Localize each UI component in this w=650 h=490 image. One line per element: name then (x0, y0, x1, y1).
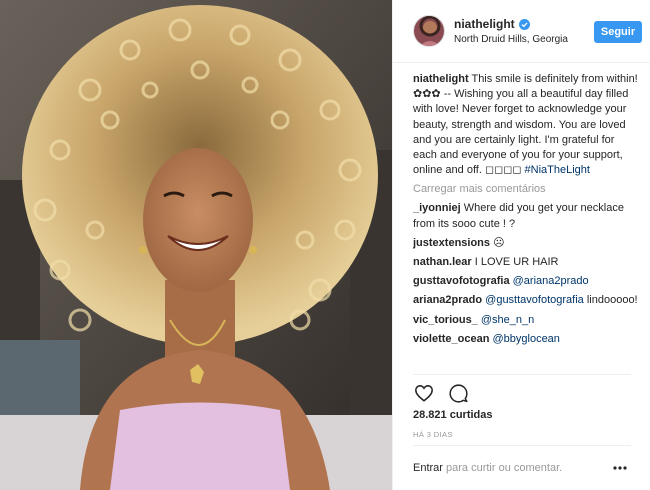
comment-item: vic_torious_ @she_n_n (413, 313, 641, 328)
avatar-image (414, 16, 444, 46)
caption-hashtag[interactable]: #NiaTheLight (525, 164, 590, 176)
comment-item: nathan.lear I LOVE UR HAIR (413, 255, 641, 270)
comment-mention[interactable]: @bbyglocean (492, 333, 559, 345)
post-caption: niathelight This smile is definitely fro… (413, 72, 641, 178)
comment-username[interactable]: gusttavofotografia (413, 275, 510, 287)
comment-username[interactable]: vic_torious_ (413, 314, 478, 326)
post-actions-section: 28.821 curtidas HÁ 3 DIAS (413, 374, 631, 439)
comment-item: gusttavofotografia @ariana2prado (413, 274, 641, 289)
ellipsis-icon[interactable] (609, 462, 631, 474)
login-prompt-text: para curtir ou comentar. (442, 462, 563, 474)
comments-list[interactable]: niathelight This smile is definitely fro… (413, 72, 641, 374)
comment-username[interactable]: nathan.lear (413, 256, 472, 268)
heart-outline-icon[interactable] (413, 382, 435, 404)
comment-username[interactable]: justextensions (413, 237, 490, 249)
post-photo[interactable] (0, 0, 392, 490)
comment-username[interactable]: _iyonniej (413, 202, 461, 214)
speech-bubble-icon[interactable] (447, 382, 469, 404)
comment-item: _iyonniej Where did you get your necklac… (413, 201, 641, 231)
action-bar (413, 375, 631, 411)
login-prompt: Entrar para curtir ou comentar. (413, 462, 609, 474)
comment-item: ariana2prado @gusttavofotografia lindooo… (413, 293, 641, 308)
comment-text: lindooooo! (586, 294, 638, 307)
post-timestamp[interactable]: HÁ 3 DIAS (413, 430, 631, 439)
caption-username[interactable]: niathelight (413, 73, 469, 85)
caption-text: This smile is definitely from within! ✿✿… (413, 73, 638, 177)
instagram-post: niathelight North Druid Hills, Georgia S… (0, 0, 650, 490)
comment-item: violette_ocean @bbyglocean (413, 332, 641, 347)
comment-username[interactable]: ariana2prado (413, 294, 482, 306)
comment-item: justextensions ☹ (413, 236, 641, 251)
post-side-panel: niathelight North Druid Hills, Georgia S… (392, 0, 650, 490)
load-more-comments-link[interactable]: Carregar mais comentários (413, 182, 641, 197)
add-comment-bar: Entrar para curtir ou comentar. (413, 445, 631, 490)
avatar[interactable] (413, 15, 445, 47)
comment-mention[interactable]: @gusttavofotografia (485, 294, 584, 306)
comment-mention[interactable]: @ariana2prado (513, 275, 589, 287)
comment-text: ☹ (493, 236, 505, 249)
comment-username[interactable]: violette_ocean (413, 333, 489, 345)
follow-button[interactable]: Seguir (594, 21, 642, 43)
likes-count[interactable]: 28.821 curtidas (413, 409, 631, 421)
post-header: niathelight North Druid Hills, Georgia S… (393, 0, 650, 63)
comment-text: I LOVE UR HAIR (474, 256, 559, 269)
header-username[interactable]: niathelight (454, 17, 515, 31)
portrait-photo (0, 0, 392, 490)
comment-mention[interactable]: @she_n_n (481, 314, 534, 326)
login-link[interactable]: Entrar (413, 462, 443, 474)
verified-badge-icon (518, 18, 530, 30)
